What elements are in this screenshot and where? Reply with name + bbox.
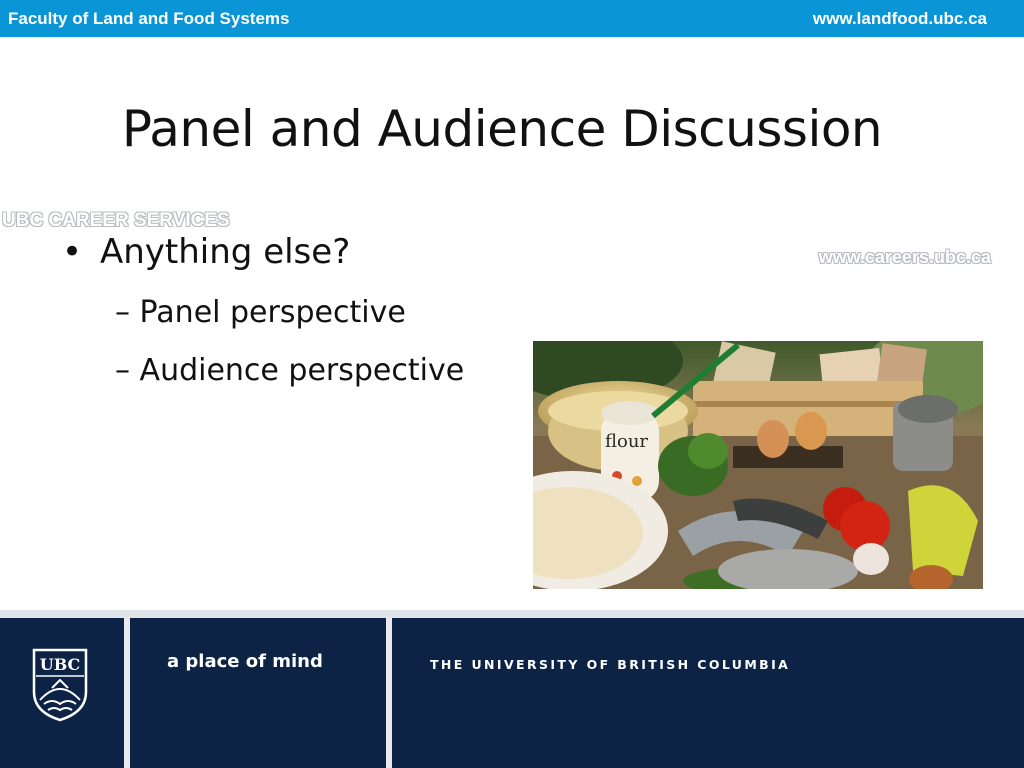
bullet-dot-icon: • [62,232,83,272]
footer-separator [124,618,130,768]
dash-icon: – [115,353,130,388]
slide-title: Panel and Audience Discussion [121,100,883,158]
kitchen-ingredients-photo: flour [533,341,983,589]
ubc-tagline: a place of mind [167,651,323,672]
careers-website-watermark: www.careers.ubc.ca [818,247,991,267]
university-name: THE UNIVERSITY OF BRITISH COLUMBIA [430,657,791,672]
bullet-text: Anything else? [100,232,351,272]
footer-divider [0,610,1024,618]
top-bar: Faculty of Land and Food Systems www.lan… [0,0,1024,37]
faculty-name: Faculty of Land and Food Systems [8,9,290,28]
svg-text:UBC: UBC [40,655,81,674]
faculty-website[interactable]: www.landfood.ubc.ca [813,9,987,29]
sub-bullet-item: – Panel perspective [115,295,406,330]
sub-bullet-text: Audience perspective [139,353,465,388]
ubc-crest-icon: UBC [32,648,88,722]
bullet-item: • Anything else? [62,232,350,272]
footer-separator [386,618,392,768]
footer-bar: UBC a place of mind THE UNIVERSITY OF BR… [0,618,1024,768]
sub-bullet-item: – Audience perspective [115,353,464,388]
career-services-watermark: UBC CAREER SERVICES [2,210,230,231]
sub-bullet-text: Panel perspective [139,295,406,330]
dash-icon: – [115,295,130,330]
flour-label: flour [605,431,648,452]
